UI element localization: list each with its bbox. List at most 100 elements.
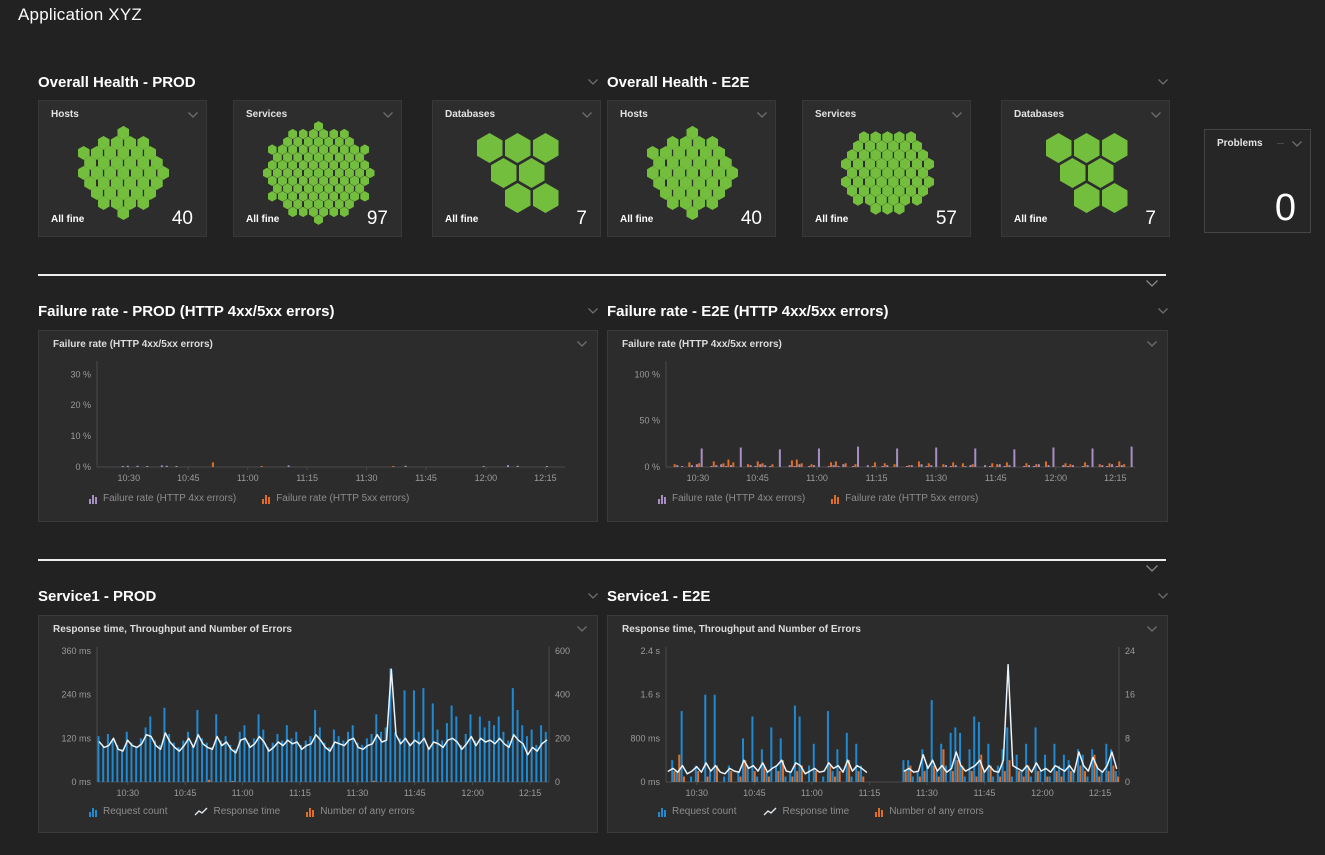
- healthy-hexagon-icon: [309, 129, 318, 139]
- chevron-down-icon[interactable]: [588, 79, 598, 85]
- bar-chart-icon: [89, 807, 97, 817]
- healthy-hexagon-icon: [340, 160, 349, 170]
- svg-text:8: 8: [1125, 733, 1130, 743]
- svg-text:12:15: 12:15: [519, 788, 542, 798]
- health-tile-services-prod[interactable]: ServicesAll fine97: [233, 100, 402, 237]
- bar-chart-icon: [262, 494, 270, 504]
- section-header-failure-e2e: Failure rate - E2E (HTTP 4xx/5xx errors): [607, 301, 1168, 321]
- legend-label: Failure rate (HTTP 4xx errors): [103, 493, 236, 504]
- healthy-hexagon-icon: [319, 144, 328, 154]
- healthy-hexagon-icon: [1074, 133, 1100, 163]
- chevron-down-icon[interactable]: [1151, 112, 1161, 118]
- health-tile-hosts-prod[interactable]: HostsAll fine40: [38, 100, 207, 237]
- chart-tile-failure-e2e[interactable]: Failure rate (HTTP 4xx/5xx errors) 100 %…: [607, 330, 1168, 522]
- section-header-health-prod: Overall Health - PROD: [38, 72, 598, 92]
- healthy-hexagon-icon: [283, 137, 292, 147]
- healthy-hexagon-icon: [304, 152, 313, 162]
- health-tile-hosts-e2e[interactable]: HostsAll fine40: [607, 100, 776, 237]
- legend-item[interactable]: Number of any errors: [875, 806, 983, 817]
- healthy-hexagon-icon: [329, 144, 338, 154]
- svg-text:11:30: 11:30: [356, 473, 378, 483]
- legend-item[interactable]: Request count: [658, 806, 737, 817]
- chevron-down-icon[interactable]: [1158, 593, 1168, 599]
- healthy-hexagon-icon: [319, 176, 328, 186]
- svg-text:10 %: 10 %: [70, 431, 91, 441]
- problems-tile[interactable]: Problems 0: [1204, 129, 1311, 233]
- healthy-hexagon-icon: [360, 191, 369, 201]
- healthy-hexagon-icon: [268, 144, 277, 154]
- chevron-down-icon[interactable]: [952, 112, 962, 118]
- chart-tile-service-prod[interactable]: Response time, Throughput and Number of …: [38, 615, 598, 833]
- svg-text:11:30: 11:30: [916, 788, 938, 798]
- healthy-hexagon-icon: [345, 137, 354, 147]
- legend-item[interactable]: Failure rate (HTTP 5xx errors): [262, 493, 409, 504]
- legend-item[interactable]: Response time: [763, 806, 850, 817]
- healthy-hexagon-icon: [360, 160, 369, 170]
- chevron-down-icon[interactable]: [582, 112, 592, 118]
- section-header-service-e2e: Service1 - E2E: [607, 586, 1168, 606]
- health-tile-count: 7: [576, 208, 587, 230]
- svg-text:10:45: 10:45: [177, 473, 200, 483]
- healthy-hexagon-icon: [324, 199, 333, 209]
- legend-label: Number of any errors: [320, 806, 414, 817]
- health-hexagon-cluster: [263, 121, 375, 225]
- legend-item[interactable]: Failure rate (HTTP 4xx errors): [658, 493, 805, 504]
- chevron-down-icon[interactable]: [1158, 79, 1168, 85]
- legend-label: Number of any errors: [889, 806, 983, 817]
- health-tile-databases-prod[interactable]: DatabasesAll fine7: [432, 100, 601, 237]
- healthy-hexagon-icon: [1074, 183, 1100, 213]
- svg-text:12:00: 12:00: [461, 788, 484, 798]
- legend-item[interactable]: Request count: [89, 806, 168, 817]
- healthy-hexagon-icon: [329, 160, 338, 170]
- health-tile-databases-e2e[interactable]: DatabasesAll fine7: [1001, 100, 1170, 237]
- healthy-hexagon-icon: [335, 152, 344, 162]
- healthy-hexagon-icon: [273, 152, 282, 162]
- line-chart-icon: [194, 807, 208, 817]
- health-tile-title: Databases: [445, 109, 495, 120]
- svg-text:11:45: 11:45: [974, 788, 996, 798]
- health-tile-services-e2e[interactable]: ServicesAll fine57: [802, 100, 971, 237]
- healthy-hexagon-icon: [340, 176, 349, 186]
- bar-chart-icon: [658, 807, 666, 817]
- chevron-down-icon[interactable]: [383, 112, 393, 118]
- health-tile-count: 40: [741, 208, 762, 230]
- svg-text:2.4 s: 2.4 s: [640, 646, 660, 656]
- svg-text:0: 0: [555, 777, 560, 787]
- healthy-hexagon-icon: [299, 144, 308, 154]
- svg-text:20 %: 20 %: [70, 400, 91, 410]
- healthy-hexagon-icon: [309, 207, 318, 217]
- svg-text:0: 0: [1125, 777, 1130, 787]
- chevron-down-icon[interactable]: [1158, 308, 1168, 314]
- chart-legend: Failure rate (HTTP 4xx errors) Failure ra…: [89, 493, 409, 504]
- service-prod-chart: 360 ms240 ms120 ms0 ms600400200010:3010:…: [39, 616, 597, 832]
- legend-label: Request count: [103, 806, 168, 817]
- health-tile-title: Services: [815, 109, 856, 120]
- chevron-down-icon[interactable]: [588, 308, 598, 314]
- chevron-down-icon[interactable]: [757, 112, 767, 118]
- legend-item[interactable]: Failure rate (HTTP 4xx errors): [89, 493, 236, 504]
- healthy-hexagon-icon: [278, 160, 287, 170]
- legend-label: Failure rate (HTTP 4xx errors): [672, 493, 805, 504]
- chart-tile-failure-prod[interactable]: Failure rate (HTTP 4xx/5xx errors) 30 %2…: [38, 330, 598, 522]
- legend-item[interactable]: Response time: [194, 806, 281, 817]
- healthy-hexagon-icon: [273, 183, 282, 193]
- healthy-hexagon-icon: [477, 133, 503, 163]
- healthy-hexagon-icon: [288, 207, 297, 217]
- chevron-down-icon[interactable]: [188, 112, 198, 118]
- healthy-hexagon-icon: [288, 129, 297, 139]
- chart-tile-service-e2e[interactable]: Response time, Throughput and Number of …: [607, 615, 1168, 833]
- chevron-down-icon[interactable]: [1292, 141, 1302, 147]
- healthy-hexagon-icon: [519, 158, 545, 188]
- healthy-hexagon-icon: [360, 176, 369, 186]
- health-hexagon-cluster: [647, 126, 739, 220]
- legend-item[interactable]: Number of any errors: [306, 806, 414, 817]
- chevron-down-icon[interactable]: [1146, 565, 1158, 572]
- legend-item[interactable]: Failure rate (HTTP 5xx errors): [831, 493, 978, 504]
- healthy-hexagon-icon: [309, 160, 318, 170]
- section-header-health-e2e: Overall Health - E2E: [607, 72, 1168, 92]
- healthy-hexagon-icon: [350, 176, 359, 186]
- chevron-down-icon[interactable]: [588, 593, 598, 599]
- chart-legend: Request count Response time Number of any …: [658, 806, 984, 817]
- chevron-down-icon[interactable]: [1146, 280, 1158, 287]
- healthy-hexagon-icon: [505, 183, 531, 213]
